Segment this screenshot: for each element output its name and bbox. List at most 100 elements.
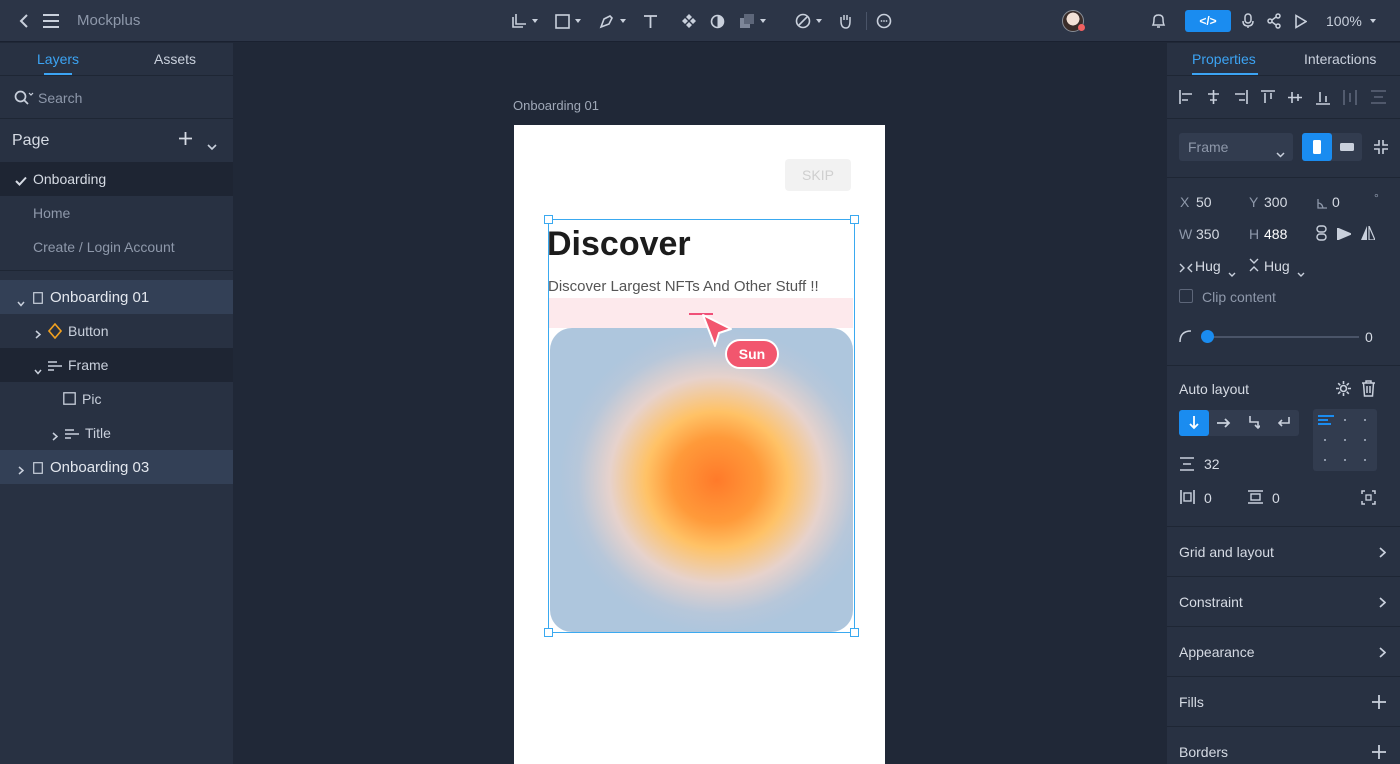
layer-frame[interactable]: Frame bbox=[0, 348, 233, 382]
plus-icon[interactable] bbox=[1372, 727, 1386, 764]
zoom-dropdown[interactable]: 100% bbox=[1326, 0, 1376, 42]
gear-icon[interactable] bbox=[1335, 380, 1352, 400]
comment-icon[interactable] bbox=[874, 0, 894, 42]
distribute-h-icon[interactable] bbox=[1343, 90, 1357, 108]
text-tool-icon[interactable] bbox=[640, 0, 660, 42]
trash-icon[interactable] bbox=[1361, 380, 1376, 400]
section-grid-and-layout[interactable]: Grid and layout bbox=[1167, 526, 1400, 576]
alignment-grid[interactable] bbox=[1313, 409, 1377, 471]
right-panel: Properties Interactions Frame X 50 Y 300… bbox=[1167, 43, 1400, 764]
chevron-down-icon[interactable] bbox=[34, 362, 42, 378]
resize-handle-br[interactable] bbox=[850, 628, 859, 637]
padding-horizontal-input[interactable]: 0 bbox=[1204, 490, 1212, 506]
left-panel: Layers Assets Search Page Onboarding Hom… bbox=[0, 43, 233, 764]
prototype-icon[interactable] bbox=[791, 0, 825, 42]
layer-onboarding-03[interactable]: Onboarding 03 bbox=[0, 450, 233, 484]
code-view-button[interactable]: </> bbox=[1185, 10, 1231, 32]
resize-handle-bl[interactable] bbox=[544, 628, 553, 637]
corner-radius-icon bbox=[1179, 329, 1192, 345]
hug-width-select[interactable]: Hug bbox=[1195, 258, 1221, 274]
page-item-create-login[interactable]: Create / Login Account bbox=[0, 230, 233, 264]
section-constraint[interactable]: Constraint bbox=[1167, 576, 1400, 626]
radius-input[interactable]: 0 bbox=[1365, 329, 1373, 345]
portrait-button[interactable] bbox=[1302, 133, 1332, 161]
align-center-h-icon[interactable] bbox=[1206, 90, 1221, 107]
collapse-icon[interactable] bbox=[1374, 140, 1388, 157]
align-center-v-icon[interactable] bbox=[1288, 90, 1302, 108]
align-bottom-icon[interactable] bbox=[1316, 90, 1330, 108]
item-spacing-input[interactable]: 32 bbox=[1204, 456, 1220, 472]
play-icon[interactable] bbox=[1290, 0, 1310, 42]
page-item-label: Onboarding bbox=[33, 171, 107, 187]
artboard-name[interactable]: Onboarding 01 bbox=[513, 98, 599, 113]
constrain-proportions-icon[interactable] bbox=[1316, 225, 1327, 244]
flip-horizontal-icon[interactable] bbox=[1336, 227, 1353, 243]
component-icon[interactable] bbox=[679, 0, 699, 42]
section-appearance[interactable]: Appearance bbox=[1167, 626, 1400, 676]
chevron-right-icon[interactable] bbox=[35, 326, 42, 342]
independent-padding-icon[interactable] bbox=[1361, 490, 1376, 508]
radius-slider-knob[interactable] bbox=[1201, 330, 1214, 343]
radius-slider-track[interactable] bbox=[1209, 336, 1359, 338]
align-right-icon[interactable] bbox=[1233, 90, 1248, 107]
boolean-icon[interactable] bbox=[735, 0, 769, 42]
y-input[interactable]: 300 bbox=[1264, 194, 1287, 210]
direction-vertical-button[interactable] bbox=[1179, 410, 1209, 436]
tab-assets[interactable]: Assets bbox=[154, 43, 196, 76]
chevron-down-icon[interactable] bbox=[1297, 264, 1305, 280]
page-item-onboarding[interactable]: Onboarding bbox=[0, 162, 233, 196]
layer-title[interactable]: Title bbox=[0, 416, 233, 450]
add-page-icon[interactable] bbox=[178, 131, 193, 151]
plus-icon[interactable] bbox=[1372, 677, 1386, 727]
frame-preset-select[interactable]: Frame bbox=[1179, 133, 1293, 161]
layer-pic[interactable]: Pic bbox=[0, 382, 233, 416]
tab-properties[interactable]: Properties bbox=[1192, 43, 1256, 76]
layer-search[interactable]: Search bbox=[0, 77, 233, 119]
padding-vertical-input[interactable]: 0 bbox=[1272, 490, 1280, 506]
section-borders[interactable]: Borders bbox=[1167, 726, 1400, 764]
mask-icon[interactable] bbox=[707, 0, 727, 42]
hand-tool-icon[interactable] bbox=[835, 0, 855, 42]
distribute-v-icon[interactable] bbox=[1371, 90, 1386, 107]
direction-horizontal-button[interactable] bbox=[1209, 410, 1239, 436]
align-left-icon[interactable] bbox=[1179, 90, 1194, 107]
clip-content-checkbox[interactable] bbox=[1179, 289, 1193, 303]
grid-dot bbox=[1364, 419, 1366, 421]
page-item-home[interactable]: Home bbox=[0, 196, 233, 230]
h-input[interactable]: 488 bbox=[1264, 226, 1287, 242]
bell-icon[interactable] bbox=[1148, 0, 1168, 42]
chevron-right-icon[interactable] bbox=[18, 462, 25, 478]
resize-handle-tl[interactable] bbox=[544, 215, 553, 224]
chevron-down-icon[interactable] bbox=[17, 294, 25, 310]
tab-layers[interactable]: Layers bbox=[37, 43, 79, 76]
tab-interactions[interactable]: Interactions bbox=[1304, 43, 1376, 76]
skip-button[interactable]: SKIP bbox=[785, 159, 851, 191]
hug-height-select[interactable]: Hug bbox=[1264, 258, 1290, 274]
share-icon[interactable] bbox=[1264, 0, 1284, 42]
landscape-button[interactable] bbox=[1332, 133, 1362, 161]
menu-icon[interactable] bbox=[41, 0, 61, 42]
mic-icon[interactable] bbox=[1238, 0, 1258, 42]
back-icon[interactable] bbox=[14, 0, 34, 42]
section-fills[interactable]: Fills bbox=[1167, 676, 1400, 726]
x-input[interactable]: 50 bbox=[1196, 194, 1212, 210]
page-label: Page bbox=[12, 132, 50, 149]
rectangle-tool-icon[interactable] bbox=[551, 0, 585, 42]
rotation-input[interactable]: 0 bbox=[1332, 194, 1340, 210]
grid-dot bbox=[1324, 459, 1326, 461]
direction-wrap-button[interactable] bbox=[1239, 410, 1269, 436]
selection-box[interactable] bbox=[548, 219, 855, 633]
chevron-right-icon bbox=[1379, 577, 1386, 627]
frame-tool-icon[interactable] bbox=[507, 0, 541, 42]
layer-button[interactable]: Button bbox=[0, 314, 233, 348]
direction-return-button[interactable] bbox=[1269, 410, 1299, 436]
chevron-down-icon[interactable] bbox=[1228, 264, 1236, 280]
chevron-right-icon[interactable] bbox=[52, 428, 59, 444]
pen-tool-icon[interactable] bbox=[595, 0, 629, 42]
resize-handle-tr[interactable] bbox=[850, 215, 859, 224]
align-top-icon[interactable] bbox=[1261, 90, 1275, 108]
chevron-down-icon[interactable] bbox=[207, 138, 217, 156]
flip-vertical-icon[interactable] bbox=[1361, 225, 1376, 243]
w-input[interactable]: 350 bbox=[1196, 226, 1219, 242]
layer-onboarding-01[interactable]: Onboarding 01 bbox=[0, 280, 233, 314]
